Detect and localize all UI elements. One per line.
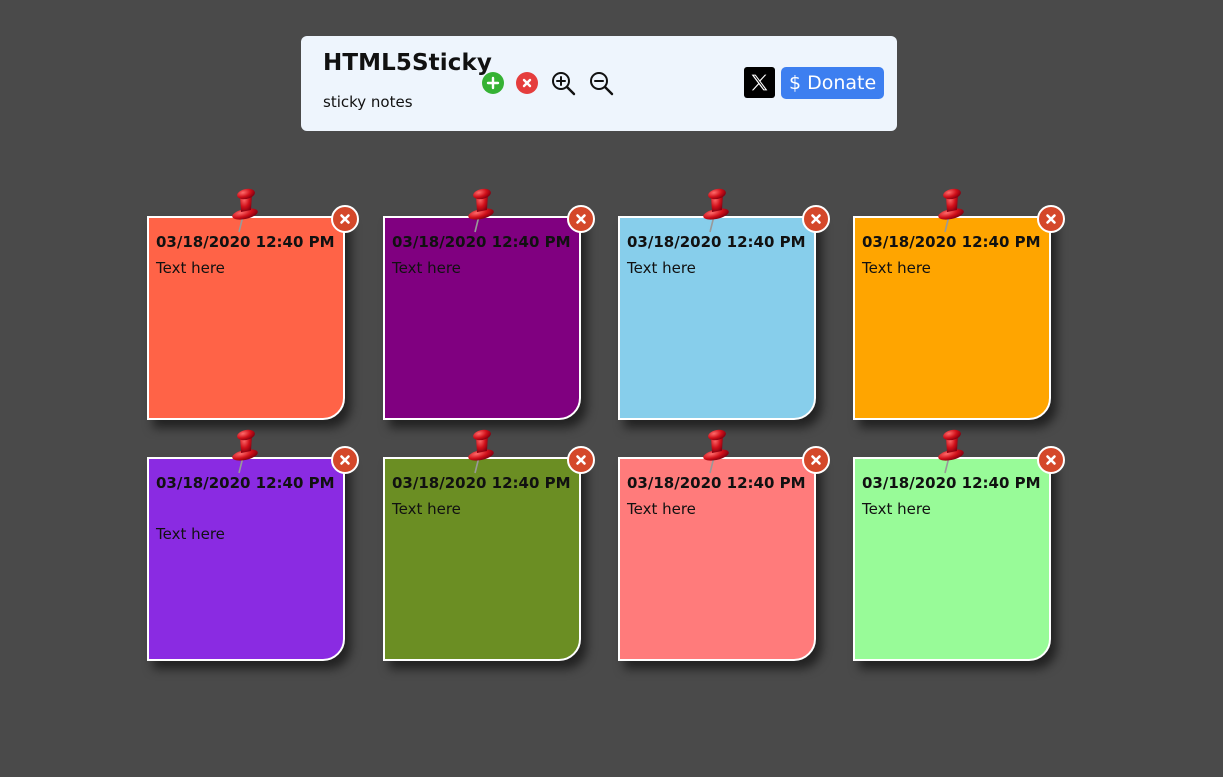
sticky-note[interactable]: 03/18/2020 12:40 PM Text here bbox=[618, 188, 830, 420]
close-icon bbox=[1046, 455, 1056, 465]
note-delete-button[interactable] bbox=[331, 205, 359, 233]
close-icon bbox=[1046, 214, 1056, 224]
zoom-in-icon bbox=[552, 72, 576, 96]
remove-notes-button[interactable] bbox=[516, 72, 538, 94]
note-delete-button[interactable] bbox=[1037, 446, 1065, 474]
close-icon bbox=[576, 214, 586, 224]
note-text[interactable]: Text here bbox=[862, 500, 931, 518]
note-delete-button[interactable] bbox=[567, 446, 595, 474]
sticky-note[interactable]: 03/18/2020 12:40 PM Text here bbox=[383, 429, 595, 661]
note-date: 03/18/2020 12:40 PM bbox=[627, 233, 806, 251]
note-date: 03/18/2020 12:40 PM bbox=[862, 233, 1041, 251]
app-subtitle: sticky notes bbox=[323, 93, 413, 111]
add-note-button[interactable] bbox=[482, 72, 504, 94]
sticky-note[interactable]: 03/18/2020 12:40 PM Text here bbox=[383, 188, 595, 420]
note-date: 03/18/2020 12:40 PM bbox=[392, 474, 571, 492]
dollar-icon: $ bbox=[789, 72, 802, 94]
note-delete-button[interactable] bbox=[802, 446, 830, 474]
pushpin-icon bbox=[468, 188, 494, 233]
sticky-note[interactable]: 03/18/2020 12:40 PM Text here bbox=[853, 429, 1065, 661]
pushpin-icon bbox=[703, 429, 729, 474]
pushpin-icon bbox=[938, 188, 964, 233]
donate-button[interactable]: $ Donate bbox=[781, 67, 885, 99]
note-delete-button[interactable] bbox=[1037, 205, 1065, 233]
sticky-note[interactable]: 03/18/2020 12:40 PM Text here bbox=[853, 188, 1065, 420]
x-logo-icon bbox=[751, 74, 768, 91]
donate-label: Donate bbox=[807, 72, 877, 94]
tool-icons bbox=[482, 70, 614, 96]
note-text[interactable]: Text here bbox=[627, 500, 696, 518]
zoom-out-icon bbox=[590, 72, 614, 96]
note-delete-button[interactable] bbox=[802, 205, 830, 233]
sticky-note[interactable]: 03/18/2020 12:40 PM Text here bbox=[147, 188, 359, 420]
zoom-in-button[interactable] bbox=[550, 70, 576, 96]
close-icon bbox=[811, 214, 821, 224]
note-date: 03/18/2020 12:40 PM bbox=[627, 474, 806, 492]
header-toolbar: HTML5Sticky sticky notes $ Donate bbox=[301, 36, 897, 131]
note-date: 03/18/2020 12:40 PM bbox=[156, 474, 335, 492]
plus-icon bbox=[486, 76, 500, 90]
note-delete-button[interactable] bbox=[567, 205, 595, 233]
app-title: HTML5Sticky bbox=[323, 50, 492, 76]
pushpin-icon bbox=[468, 429, 494, 474]
x-share-button[interactable] bbox=[744, 67, 775, 98]
close-icon bbox=[576, 455, 586, 465]
note-text[interactable]: Text here bbox=[156, 525, 225, 543]
pushpin-icon bbox=[938, 429, 964, 474]
zoom-out-button[interactable] bbox=[588, 70, 614, 96]
note-date: 03/18/2020 12:40 PM bbox=[862, 474, 1041, 492]
close-icon bbox=[522, 78, 532, 88]
pushpin-icon bbox=[703, 188, 729, 233]
close-icon bbox=[811, 455, 821, 465]
pushpin-icon bbox=[232, 188, 258, 233]
sticky-note[interactable]: 03/18/2020 12:40 PM Text here bbox=[618, 429, 830, 661]
note-date: 03/18/2020 12:40 PM bbox=[392, 233, 571, 251]
note-text[interactable]: Text here bbox=[862, 259, 931, 277]
note-text[interactable]: Text here bbox=[627, 259, 696, 277]
note-text[interactable]: Text here bbox=[392, 259, 461, 277]
note-text[interactable]: Text here bbox=[156, 259, 225, 277]
close-icon bbox=[340, 214, 350, 224]
note-text[interactable]: Text here bbox=[392, 500, 461, 518]
note-date: 03/18/2020 12:40 PM bbox=[156, 233, 335, 251]
sticky-note[interactable]: 03/18/2020 12:40 PM Text here bbox=[147, 429, 359, 661]
close-icon bbox=[340, 455, 350, 465]
note-delete-button[interactable] bbox=[331, 446, 359, 474]
pushpin-icon bbox=[232, 429, 258, 474]
